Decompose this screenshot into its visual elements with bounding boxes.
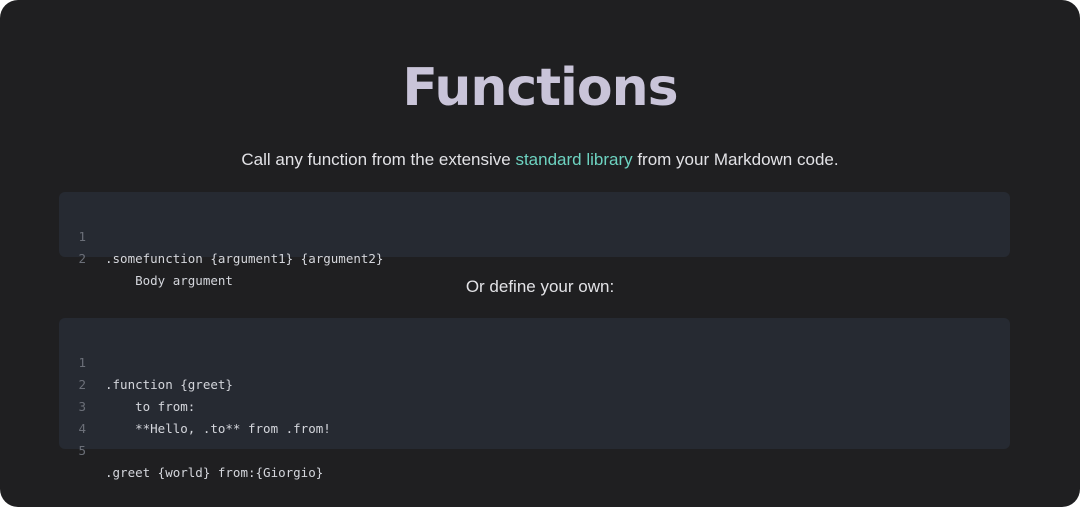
page-container: Functions Call any function from the ext…	[0, 0, 1080, 507]
intro-text-after: from your Markdown code.	[632, 150, 839, 169]
code-line: 2 to from:	[59, 352, 1010, 414]
code-line: 5 .greet {world} from:{Giorgio}	[59, 418, 1010, 480]
intro-text: Call any function from the extensive sta…	[0, 148, 1080, 172]
code-line: 3 **Hello, .to** from .from!	[59, 374, 1010, 436]
standard-library-link[interactable]: standard library	[515, 150, 632, 169]
code-line: 2 Body argument	[59, 226, 1010, 288]
define-own-text: Or define your own:	[465, 277, 615, 296]
code-text: .somefunction {argument1} {argument2}	[105, 251, 384, 266]
code-line: 1 .function {greet}	[59, 330, 1010, 392]
code-text: .greet {world} from:{Giorgio}	[105, 465, 324, 480]
page-title: Functions	[402, 58, 678, 118]
code-block-function-definition: 1 .function {greet} 2 to from: 3 **Hello…	[59, 318, 1010, 480]
code-block-function-call: 1 .somefunction {argument1} {argument2} …	[59, 192, 1010, 288]
line-number: 2	[78, 251, 86, 266]
code-line: 4	[59, 396, 1010, 436]
intro-text-before: Call any function from the extensive	[241, 150, 516, 169]
code-line: 1 .somefunction {argument1} {argument2}	[59, 204, 1010, 266]
line-number: 5	[78, 443, 86, 458]
